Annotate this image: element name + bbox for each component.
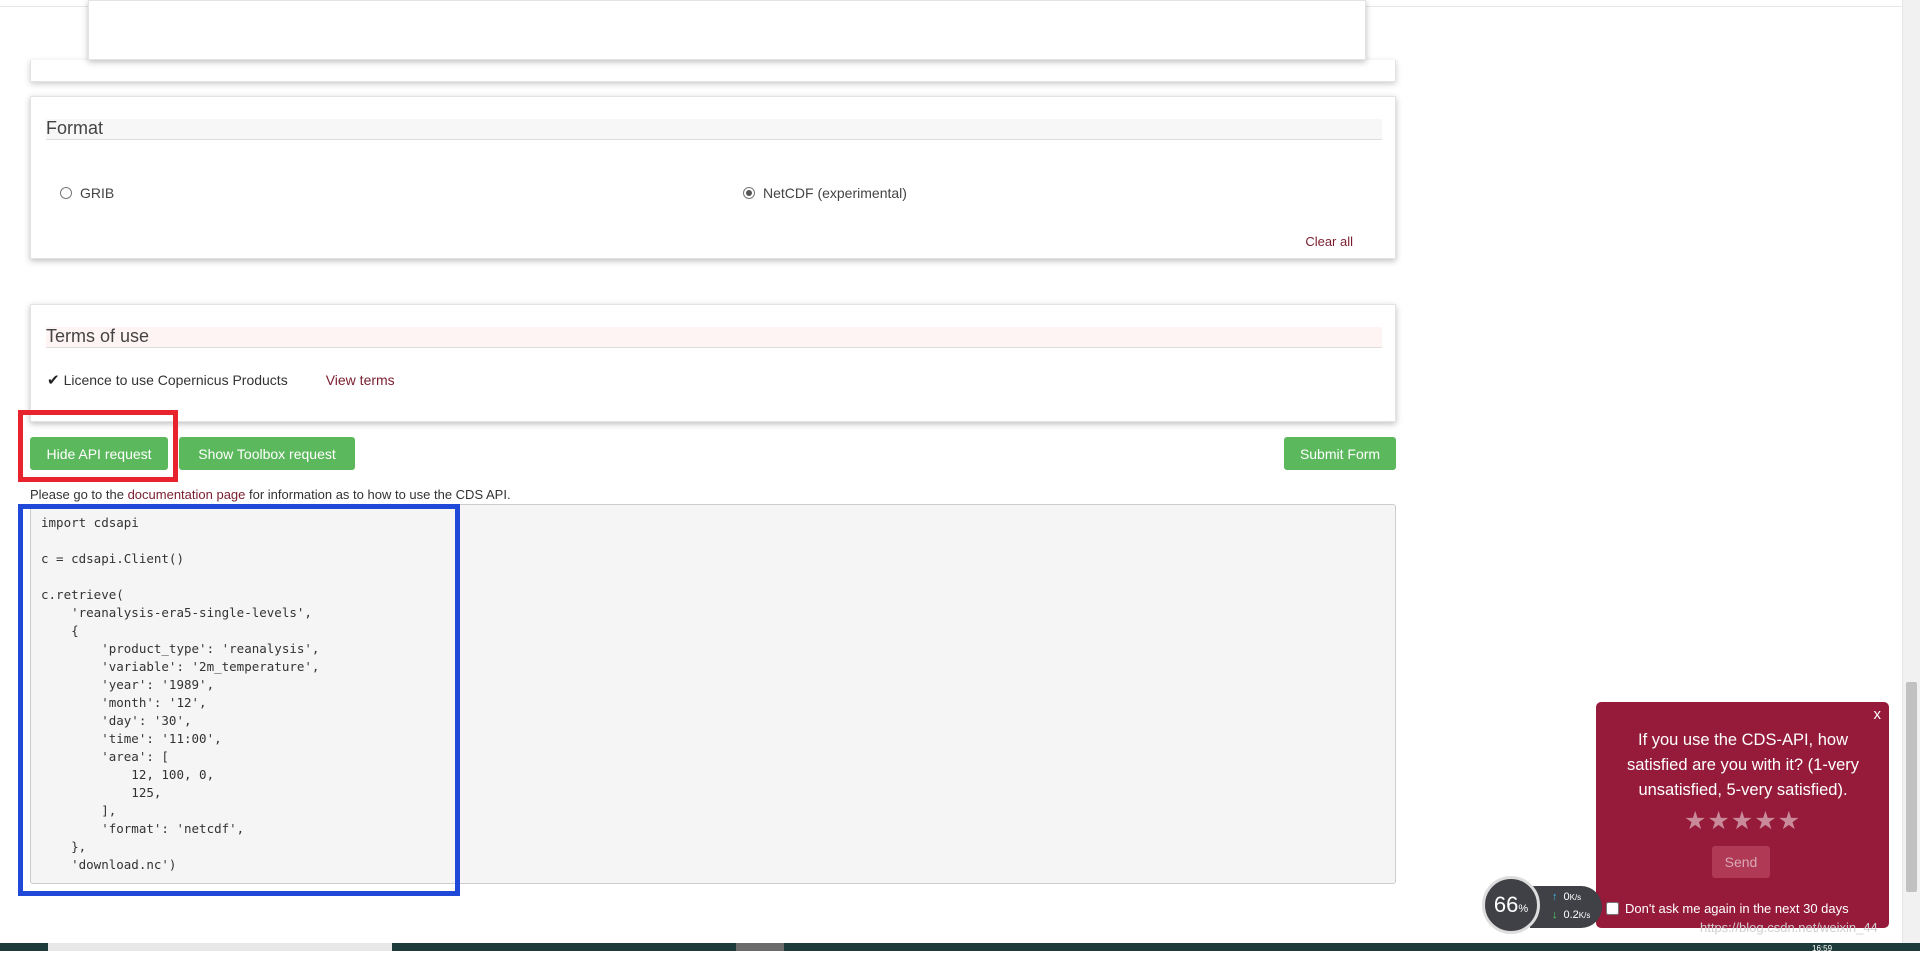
dont-ask-again-checkbox[interactable]: [1606, 902, 1619, 915]
api-note-after: for information as to how to use the CDS…: [245, 487, 511, 502]
dont-ask-again-label: Don't ask me again in the next 30 days: [1625, 901, 1849, 916]
format-panel: Format GRIB NetCDF (experimental) Clear …: [30, 96, 1396, 259]
network-speed-widget[interactable]: ↑ 0K/s ↓ 0.2K/s 66%: [1482, 876, 1602, 934]
documentation-page-link[interactable]: documentation page: [128, 487, 246, 502]
upload-arrow-icon: ↑: [1552, 891, 1558, 903]
clear-all-link[interactable]: Clear all: [1305, 234, 1353, 249]
hide-api-request-button[interactable]: Hide API request: [30, 437, 168, 470]
upload-speed: ↑ 0K/s: [1552, 891, 1582, 903]
download-speed: ↓ 0.2K/s: [1552, 909, 1591, 921]
watermark: https://blog.csdn.net/weixin_44: [1700, 920, 1878, 935]
scrollbar-thumb[interactable]: [1906, 682, 1917, 892]
grib-label: GRIB: [80, 185, 115, 201]
taskbar-search[interactable]: [48, 943, 392, 951]
view-terms-link[interactable]: View terms: [326, 372, 395, 388]
send-button[interactable]: Send: [1712, 846, 1770, 878]
cpu-usage-value: 66: [1493, 892, 1519, 917]
format-option-netcdf[interactable]: NetCDF (experimental): [743, 185, 907, 201]
netcdf-label: NetCDF (experimental): [763, 185, 907, 201]
survey-popup: x If you use the CDS-API, how satisfied …: [1596, 702, 1889, 928]
survey-question: If you use the CDS-API, how satisfied ar…: [1626, 731, 1859, 799]
taskbar-app[interactable]: [736, 943, 784, 951]
previous-inner-panel: [88, 0, 1366, 60]
speed-pill: ↑ 0K/s ↓ 0.2K/s: [1530, 886, 1602, 928]
terms-title: Terms of use: [46, 327, 1382, 348]
download-arrow-icon: ↓: [1552, 909, 1558, 921]
api-documentation-note: Please go to the documentation page for …: [30, 487, 511, 502]
format-option-grib[interactable]: GRIB: [60, 185, 114, 201]
api-request-code-box[interactable]: import cdsapi c = cdsapi.Client() c.retr…: [30, 504, 1396, 884]
show-toolbox-request-button[interactable]: Show Toolbox request: [179, 437, 355, 470]
previous-section-panel: [30, 60, 1396, 82]
terms-panel: Terms of use ✔ Licence to use Copernicus…: [30, 304, 1396, 422]
api-note-before: Please go to the: [30, 487, 128, 502]
api-request-code: import cdsapi c = cdsapi.Client() c.retr…: [41, 515, 320, 872]
star-rating[interactable]: ★★★★★: [1596, 806, 1889, 836]
taskbar-clock: 16:59: [1812, 944, 1833, 953]
page-scrollbar[interactable]: [1902, 0, 1920, 951]
format-title: Format: [46, 119, 1382, 140]
licence-label: Licence to use Copernicus Products: [63, 372, 288, 388]
netcdf-radio[interactable]: [743, 187, 755, 199]
close-icon[interactable]: x: [1874, 706, 1882, 723]
dont-ask-again-row[interactable]: Don't ask me again in the next 30 days: [1606, 901, 1849, 916]
submit-form-button[interactable]: Submit Form: [1284, 437, 1396, 470]
grib-radio[interactable]: [60, 187, 72, 199]
checkmark-icon: ✔: [47, 372, 60, 389]
cpu-usage-gauge: 66%: [1482, 876, 1540, 934]
licence-row: ✔ Licence to use Copernicus Products Vie…: [47, 371, 395, 389]
